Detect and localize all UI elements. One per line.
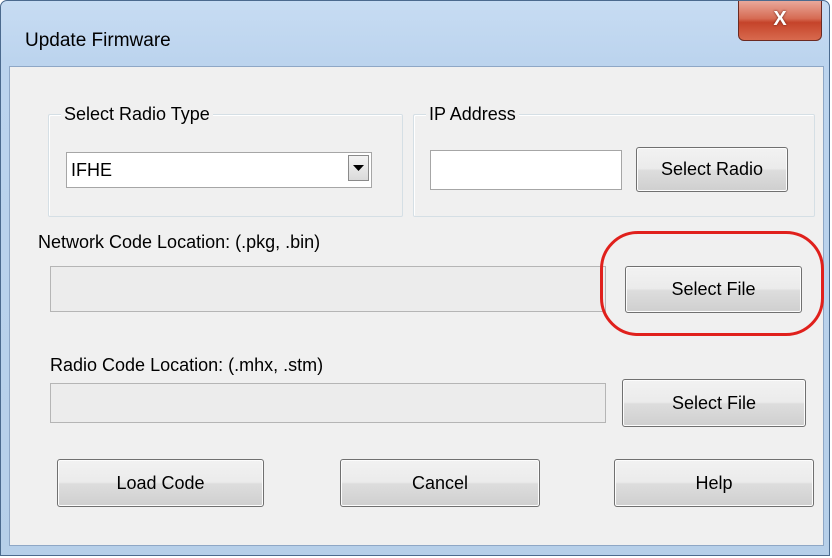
radio-select-file-button[interactable]: Select File (622, 379, 806, 427)
radio-type-value: IFHE (71, 159, 113, 180)
network-code-label: Network Code Location: (.pkg, .bin) (38, 232, 321, 252)
radio-type-group: Select Radio Type IFHE (48, 102, 403, 217)
network-code-path-field[interactable] (50, 266, 606, 312)
window-title: Update Firmware (25, 30, 171, 51)
radio-code-label: Radio Code Location: (.mhx, .stm) (50, 355, 324, 375)
help-button[interactable]: Help (614, 459, 814, 507)
load-code-button[interactable]: Load Code (57, 459, 264, 507)
ip-address-legend: IP Address (426, 102, 519, 126)
cancel-button[interactable]: Cancel (340, 459, 540, 507)
close-button[interactable]: X (738, 1, 822, 41)
chevron-down-icon (353, 164, 364, 171)
dropdown-button[interactable] (348, 155, 369, 181)
highlight-annotation (600, 231, 824, 336)
radio-type-combobox[interactable]: IFHE (66, 152, 372, 188)
ip-address-input[interactable] (430, 150, 622, 190)
select-radio-button[interactable]: Select Radio (636, 147, 788, 192)
ip-address-group: IP Address Select Radio (413, 102, 815, 217)
radio-code-path-field[interactable] (50, 383, 606, 423)
close-icon: X (773, 8, 787, 30)
radio-type-legend: Select Radio Type (61, 102, 213, 126)
